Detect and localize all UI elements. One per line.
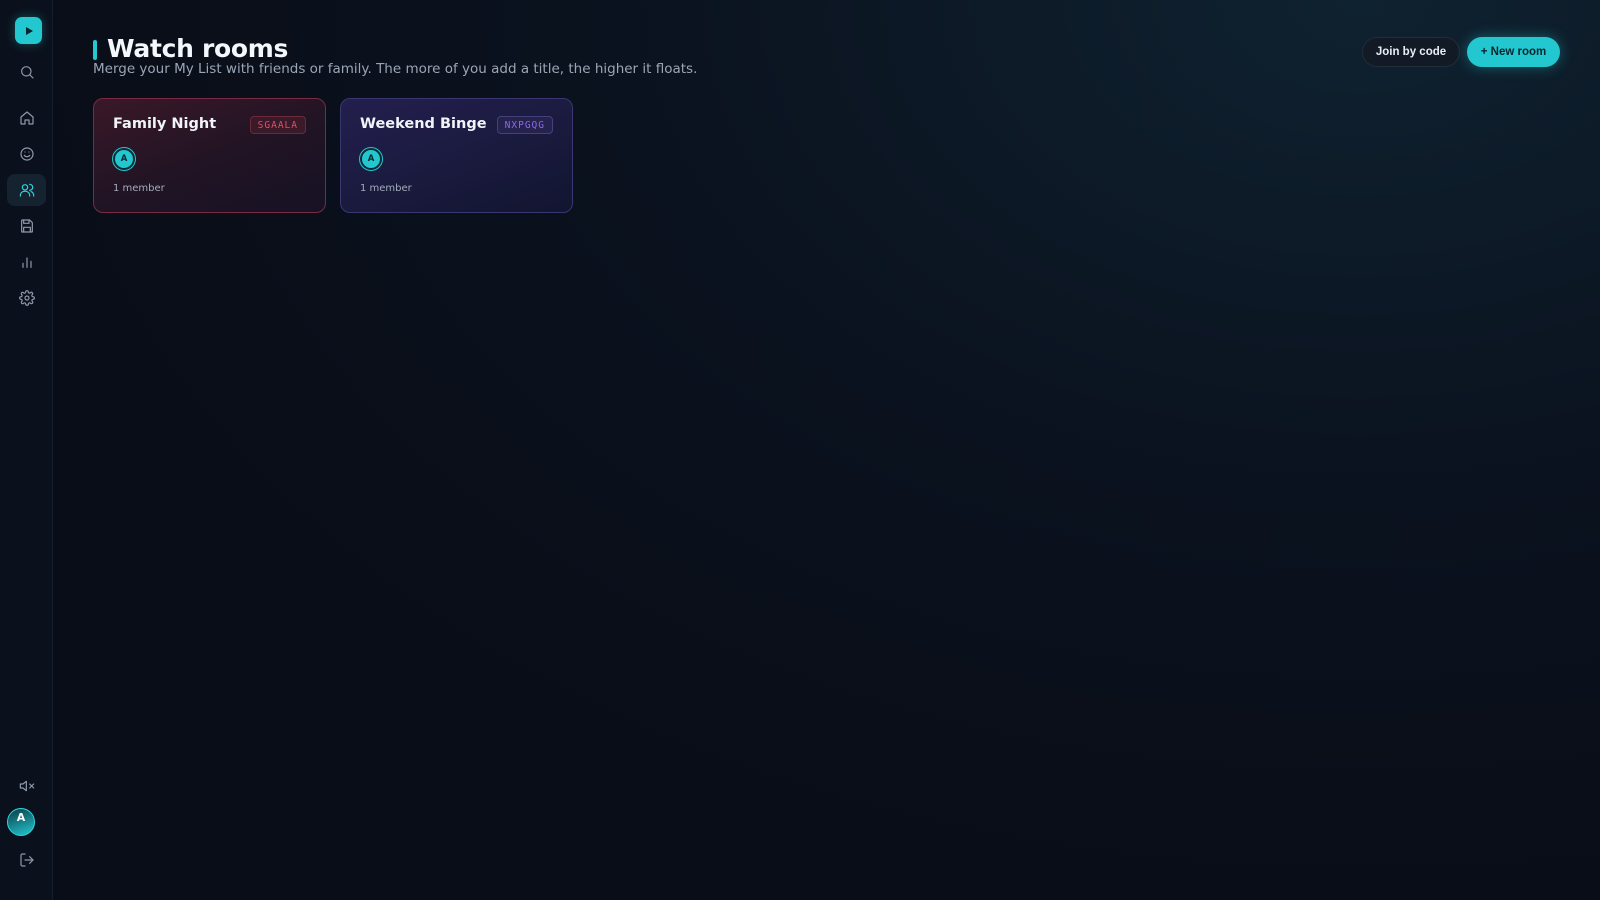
room-name: Weekend Binge	[360, 116, 487, 132]
gear-icon	[18, 290, 35, 306]
bar-chart-icon	[21, 257, 32, 268]
member-avatar: A	[113, 148, 135, 170]
nav-home[interactable]	[7, 102, 46, 134]
sidebar: A	[0, 0, 53, 900]
member-avatar: A	[360, 148, 382, 170]
room-card-weekend-binge[interactable]: Weekend Binge NXPGQG A 1 member	[340, 98, 573, 213]
user-avatar[interactable]: A	[7, 808, 35, 836]
join-by-code-button[interactable]: Join by code	[1362, 37, 1460, 67]
room-name: Family Night	[113, 116, 217, 132]
nav-watch-rooms[interactable]	[7, 174, 46, 206]
nav-moods[interactable]	[7, 138, 46, 170]
volume-mute-icon	[19, 780, 34, 792]
smile-icon	[19, 147, 34, 161]
user-avatar-initial: A	[16, 811, 26, 824]
users-icon	[19, 183, 34, 197]
member-count: 1 member	[113, 183, 165, 194]
room-code-badge[interactable]: NXPGQG	[496, 116, 553, 134]
app-logo[interactable]	[15, 17, 42, 44]
title-accent-bar	[93, 40, 97, 60]
nav-stats[interactable]	[7, 246, 46, 278]
logout-icon	[19, 853, 34, 867]
save-icon	[20, 219, 33, 233]
page-subtitle: Merge your My List with friends or famil…	[93, 61, 698, 77]
home-icon	[19, 111, 34, 125]
room-card-family-night[interactable]: Family Night SGAALA A 1 member	[93, 98, 326, 213]
nav-saved[interactable]	[7, 210, 46, 242]
new-room-button[interactable]: + New room	[1467, 37, 1560, 67]
search-icon	[20, 66, 34, 79]
member-count: 1 member	[360, 183, 412, 194]
mute-button[interactable]	[7, 770, 46, 802]
room-code-badge[interactable]: SGAALA	[249, 116, 306, 134]
main-content: Watch rooms Merge your My List with frie…	[53, 0, 1600, 900]
nav-settings[interactable]	[7, 282, 46, 314]
logout-button[interactable]	[7, 844, 46, 876]
play-icon	[25, 26, 33, 35]
page-title: Watch rooms	[107, 34, 289, 63]
nav-search[interactable]	[7, 56, 46, 88]
